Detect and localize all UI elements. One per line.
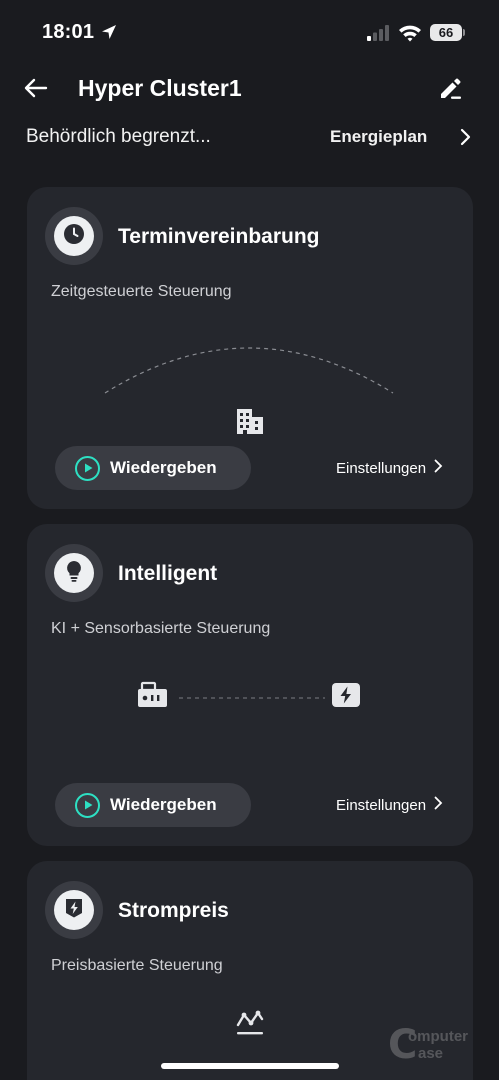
mode-subbar: Behördlich begrenzt... Energieplan bbox=[0, 118, 499, 158]
watermark-logo: C omputer ase bbox=[388, 1022, 468, 1068]
price-chart-icon bbox=[235, 1009, 265, 1042]
play-icon bbox=[75, 455, 100, 481]
status-time: 18:01 bbox=[42, 21, 95, 43]
building-icon bbox=[235, 406, 265, 441]
battery-icon: 66 bbox=[430, 24, 465, 41]
chevron-right-icon bbox=[434, 796, 443, 814]
settings-link[interactable]: Einstellungen bbox=[336, 459, 443, 477]
card-subtitle: Preisbasierte Steuerung bbox=[51, 957, 223, 974]
play-button[interactable]: Wiedergeben bbox=[55, 446, 251, 490]
card-title: Intelligent bbox=[118, 562, 218, 585]
smart-meter-icon bbox=[137, 681, 169, 716]
watermark-line2: ase bbox=[418, 1045, 444, 1062]
regulation-status: Behördlich begrenzt... bbox=[26, 126, 211, 147]
play-label: Wiedergeben bbox=[110, 458, 217, 477]
battery-level: 66 bbox=[430, 24, 462, 41]
play-button[interactable]: Wiedergeben bbox=[55, 783, 251, 827]
clock-icon bbox=[62, 222, 86, 251]
page-title: Hyper Cluster1 bbox=[78, 75, 242, 101]
mode-card-intelligent[interactable]: Intelligent KI + Sensorbasierte Steuerun… bbox=[27, 524, 473, 846]
lightbulb-icon bbox=[63, 559, 85, 588]
location-arrow-icon bbox=[101, 24, 117, 45]
nav-bar: Hyper Cluster1 bbox=[0, 62, 499, 118]
card-subtitle: Zeitgesteuerte Steuerung bbox=[51, 283, 232, 300]
card-icon-badge bbox=[45, 881, 103, 939]
wifi-icon bbox=[398, 24, 422, 47]
card-icon-badge bbox=[45, 207, 103, 265]
chevron-right-icon bbox=[434, 459, 443, 477]
connection-line bbox=[179, 697, 325, 699]
chevron-right-icon[interactable] bbox=[460, 126, 476, 148]
mode-card-schedule[interactable]: Terminvereinbarung Zeitgesteuerte Steuer… bbox=[27, 187, 473, 509]
power-plug-icon bbox=[331, 682, 361, 713]
edit-pen-icon bbox=[437, 75, 463, 106]
settings-label: Einstellungen bbox=[336, 459, 427, 477]
price-bolt-icon bbox=[64, 897, 84, 924]
watermark-line1: omputer bbox=[408, 1028, 468, 1045]
settings-label: Einstellungen bbox=[336, 796, 427, 814]
card-icon-badge bbox=[45, 544, 103, 602]
play-icon bbox=[75, 792, 100, 818]
cellular-signal-icon bbox=[367, 25, 391, 46]
card-subtitle: KI + Sensorbasierte Steuerung bbox=[51, 620, 271, 637]
back-arrow-icon bbox=[24, 78, 48, 103]
back-button[interactable] bbox=[20, 74, 52, 106]
energy-plan-link[interactable]: Energieplan bbox=[330, 127, 427, 147]
play-label: Wiedergeben bbox=[110, 795, 217, 814]
settings-link[interactable]: Einstellungen bbox=[336, 796, 443, 814]
status-bar: 18:01 66 bbox=[0, 0, 499, 62]
home-indicator[interactable] bbox=[161, 1063, 339, 1069]
edit-button[interactable] bbox=[434, 74, 466, 106]
schedule-arc bbox=[104, 347, 394, 394]
card-title: Strompreis bbox=[118, 899, 229, 922]
card-title: Terminvereinbarung bbox=[118, 225, 320, 248]
